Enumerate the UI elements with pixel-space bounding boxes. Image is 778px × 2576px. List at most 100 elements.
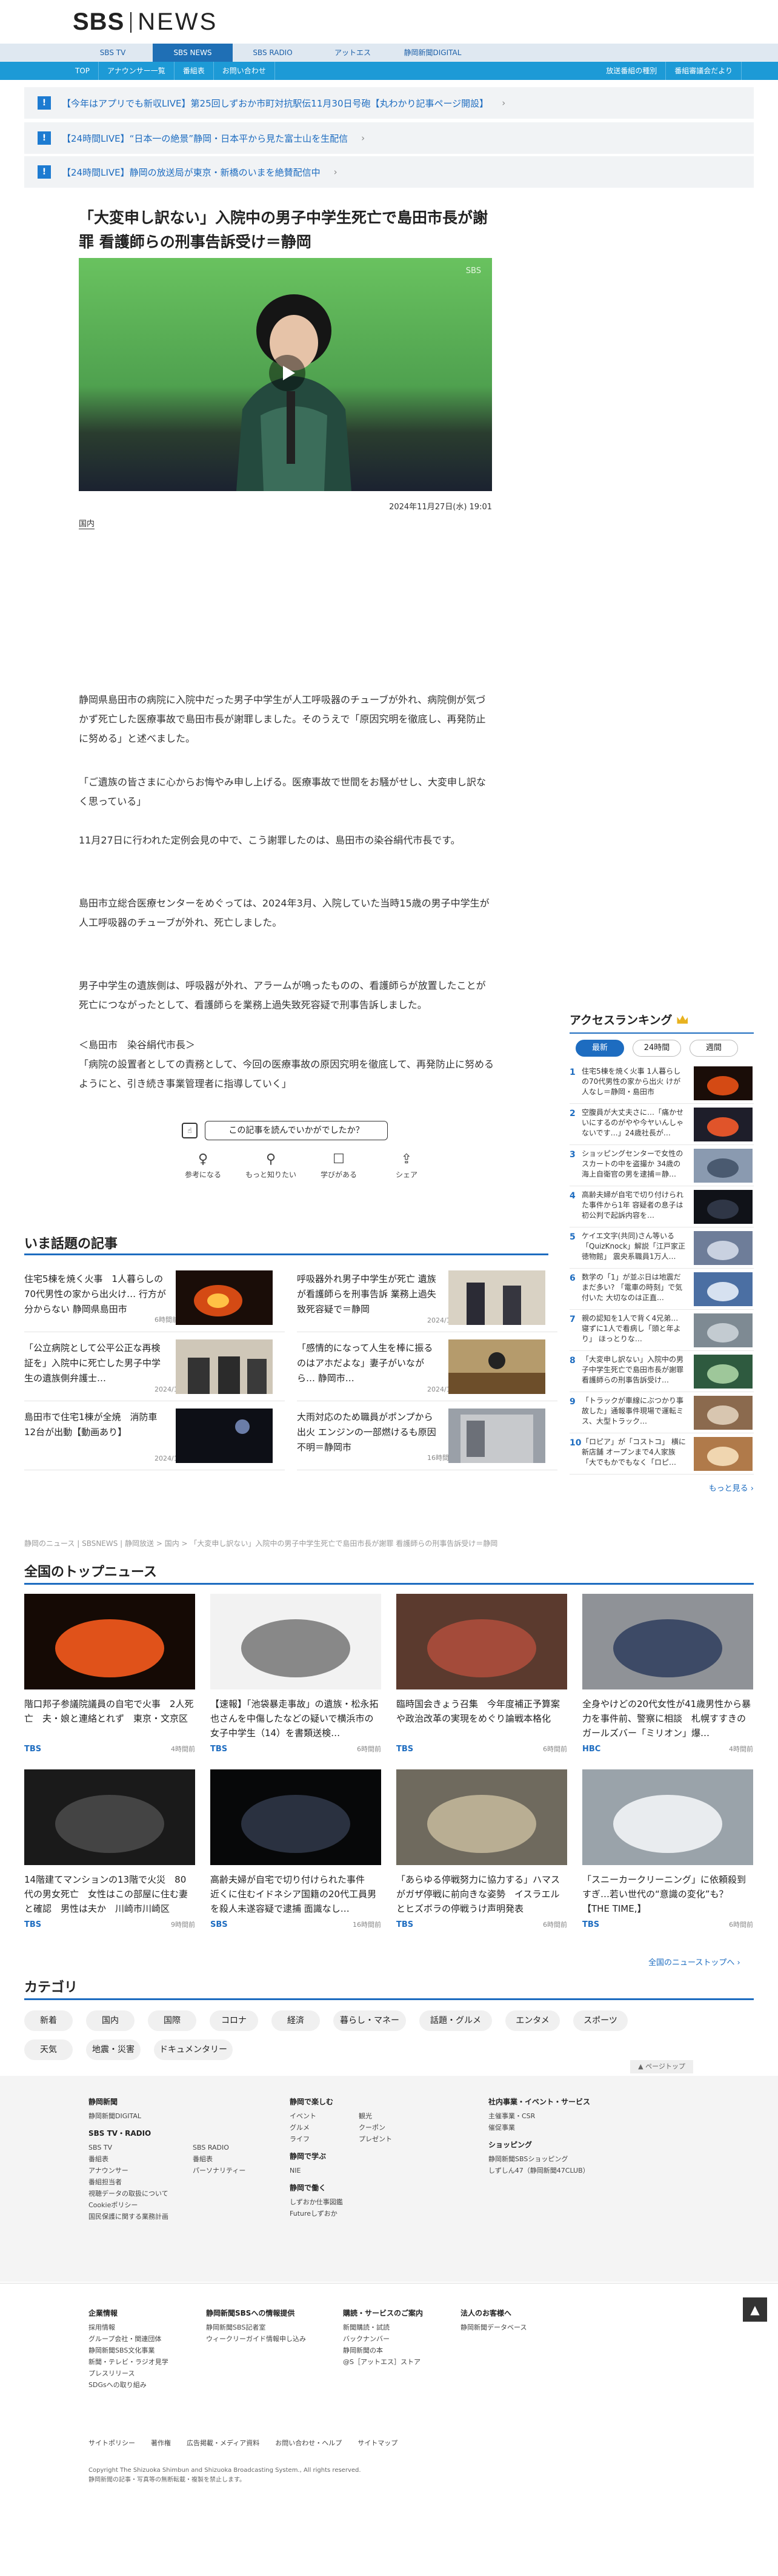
ranking-item[interactable]: 7 親の認知を1人で背く4兄弟… 寝ずに1人で看病し「頭と年より」 ほっとりな… [570,1310,754,1351]
search-icon: ⚲ [265,1152,276,1167]
top-news-item[interactable]: 高齢夫婦が自宅で切り付けられた事件 近くに住むイドネシア国籍の20代工員男を殺人… [210,1769,381,1933]
top-news-source: TBS [24,1745,42,1754]
alert-banner[interactable]: ! 【24時間LIVE】“日本一の絶景”静岡・日本平から見た富士山を生配信 › [24,122,754,154]
category-button[interactable]: 地震・災害 [86,2039,141,2060]
ranking-item-title: ケイエ文字(共同)さん等いる「QuizKnock」解説「江戸家正徳物館」 震央系… [582,1232,686,1261]
ranking-tab-latest[interactable]: 最新 [576,1040,624,1057]
hot-article[interactable]: 「感情的になって人生を棒に振るのはアホだよな」妻子がいながら… 静岡市… 202… [297,1335,557,1401]
top-news-item[interactable]: 14階建てマンションの13階で火災 80代の男女死亡 女性はこの部屋に住む妻と確… [24,1769,195,1933]
article-header: 「大変申し訳ない」入院中の男子中学生死亡で島田市長が謝罪 看護師らの刑事告訴受け… [79,206,494,254]
nav-top[interactable]: TOP [67,62,99,80]
reaction-learn-button[interactable]: ☐ 学びがある [311,1152,366,1180]
alert-banner[interactable]: ! 【24時間LIVE】静岡の放送局が東京・新橋のいまを絶賛配信中 › [24,156,754,188]
top-news-time: 6時間前 [543,1745,567,1753]
ranking-more-link[interactable]: もっと見る › [570,1482,754,1493]
hot-article[interactable]: 「公立病院として公平公正な再検証を」入院中に死亡した男子中学生の遺族側弁護士… … [24,1335,285,1401]
hot-article-thumbnail [448,1339,545,1394]
category-button[interactable]: 天気 [24,2039,73,2060]
nav-council-news[interactable]: 番組審議会だより [666,62,742,80]
top-news-item[interactable]: 「スニーカークリーニング」に依頼殺到すぎ…若い世代の“意識の変化”も？【THE … [582,1769,753,1933]
top-news-item[interactable]: 全身やけどの20代女性が41歳男性から暴力を事件前、警察に相談 札幌すすきのガー… [582,1594,753,1757]
nav-shizuoka-digital[interactable]: 静岡新聞DIGITAL [393,44,473,62]
ranking-item[interactable]: 1 住宅5棟を焼く火事 1人暮らしの70代男性の家から出火 けが人なし＝静岡・島田… [570,1063,754,1104]
ranking-item[interactable]: 4 高齢夫婦が自宅で切り付けられた事件から1年 容疑者の息子は初公判で起訴内容を… [570,1186,754,1227]
category-button[interactable]: 国内 [86,2010,135,2031]
top-news-item[interactable]: 臨時国会きょう召集 今年度補正予算案や政治改革の実現をめぐり論戦本格化 TBS 6時… [396,1594,567,1757]
hot-article-thumbnail [448,1270,545,1325]
logo-separator [130,12,132,33]
nav-announcers[interactable]: アナウンサー一覧 [99,62,175,80]
article-title: 「大変申し訳ない」入院中の男子中学生死亡で島田市長が謝罪 看護師らの刑事告訴受け… [79,209,488,251]
top-news-title: 全身やけどの20代女性が41歳男性から暴力を事件前、警察に相談 札幌すすきのガー… [582,1699,751,1739]
top-news-source: TBS [582,1920,600,1929]
alert-banner[interactable]: ! 【今年はアプリでも新収LIVE】第25回しずおか市町対抗駅伝11月30日号砲… [24,87,754,119]
hot-article[interactable]: 島田市で住宅1棟が全焼 消防車12台が出動【動画あり】 2024/11/10 [24,1404,285,1470]
footer-link[interactable]: 著作権 [151,2439,171,2447]
nav-at-s[interactable]: アットエス [313,44,393,62]
category-button[interactable]: 国際 [148,2010,196,2031]
top-news-item[interactable]: 「あらゆる停戦努力に協力する」ハマスがガザ停戦に前向きな姿勢 イスラエルとヒズボ… [396,1769,567,1933]
top-news-more-link[interactable]: 全国のニューストップへ › [648,1956,740,1967]
category-button[interactable]: ドキュメンタリー [154,2039,233,2060]
reaction-more-button[interactable]: ⚲ もっと知りたい [244,1152,298,1180]
ranking-thumbnail [694,1066,753,1100]
footer-col-subscribe: 購読・サービスのご案内 新聞購読・試読 バックナンバー 静岡新聞の本 @S［アッ… [343,2309,424,2366]
ranking-item[interactable]: 8 「大変申し訳ない」入院中の男子中学生死亡で島田市長が謝罪 看護師らの刑事告訴受… [570,1351,754,1392]
ranking-thumbnail [694,1190,753,1224]
breadcrumb[interactable]: 静岡のニュース | SBSNEWS | 静岡放送 > 国内 > 「大変申し訳ない… [24,1538,497,1548]
top-news-thumbnail [396,1594,567,1689]
category-button[interactable]: エンタメ [505,2010,560,2031]
sbs-news-logo[interactable]: SBS NEWS [73,8,778,36]
ranking-item[interactable]: 6 数学の「1」が並ぶ日は地震だまだ多い? 「電車の時刻」で気付いた 大切なのは正… [570,1269,754,1310]
footer-link[interactable]: お問い合わせ・ヘルプ [275,2439,342,2447]
ranking-item[interactable]: 5 ケイエ文字(共同)さん等いる「QuizKnock」解説「江戸家正徳物館」 震央… [570,1227,754,1269]
nav-program-types[interactable]: 放送番組の種別 [597,62,667,80]
ranking-item[interactable]: 2 空腹員が大丈夫さに…「痛かせいにするのがやや今ヤいんしゃないです…」24歳社長… [570,1104,754,1145]
ranking-item-title: 住宅5棟を焼く火事 1人暮らしの70代男性の家から出火 けが人なし＝静岡・島田市 [582,1067,681,1096]
footer-link[interactable]: サイトマップ [357,2439,397,2447]
category-button[interactable]: 話題・グルメ [419,2010,492,2031]
nav-sbs-tv[interactable]: SBS TV [73,44,153,62]
ranking-item[interactable]: 9 「トラックが車線にぶつかり事故した」通報事件現場で運転ミス、大型トラック… [570,1392,754,1433]
top-news-item[interactable]: 【速報】「池袋暴走事故」の遺族・松永拓也さんを中傷したなどの疑いで横浜市の女子中… [210,1594,381,1757]
category-button[interactable]: 経済 [271,2010,320,2031]
ranking-number: 3 [570,1150,576,1160]
play-button[interactable] [269,355,305,391]
hot-article[interactable]: 住宅5棟を焼く火事 1人暮らしの70代男性の家から出火け… 行方が分からない 静… [24,1266,285,1332]
share-icon: ⇪ [401,1152,413,1167]
hot-article[interactable]: 大雨対応のため職員がポンプから出火 エンジンの一部燃けるも原因不明＝静岡市 16… [297,1404,557,1470]
nav-contact[interactable]: お問い合わせ [214,62,275,80]
category-title: カテゴリ [24,1980,78,1995]
ranking-tab-24h[interactable]: 24時間 [633,1040,681,1057]
top-news-time: 4時間前 [729,1745,753,1753]
ranking-number: 8 [570,1356,576,1366]
category-button[interactable]: スポーツ [573,2010,628,2031]
nav-sbs-news[interactable]: SBS NEWS [153,44,233,62]
category-button[interactable]: 新着 [24,2010,73,2031]
ranking-number: 7 [570,1315,576,1324]
footer-link[interactable]: サイトポリシー [88,2439,135,2447]
nav-program-table[interactable]: 番組表 [175,62,214,80]
ranking-thumbnail [694,1231,753,1265]
top-news-item[interactable]: 階口邦子参議院議員の自宅で火事 2人死亡 夫・娘と連絡とれず 東京・文京区 TBS… [24,1594,195,1757]
ranking-item[interactable]: 10 「ロピア」が「コストコ」 横に新店舗 オープンまで4人家族「大でもかでもなく… [570,1433,754,1475]
ranking-tab-weekly[interactable]: 週間 [690,1040,738,1057]
category-button[interactable]: 暮らし・マネー [333,2010,406,2031]
category-link[interactable]: 国内 [79,517,95,529]
video-player[interactable]: SBS [79,258,492,491]
footer-link[interactable]: 広告掲載・メディア資料 [187,2439,259,2447]
share-button[interactable]: ⇪ シェア [379,1152,434,1180]
ranking-item[interactable]: 3 ショッピングセンターで女性のスカートの中を盗撮か 34歳の海上自衛官の男を逮捕… [570,1145,754,1186]
top-news-thumbnail [210,1769,381,1865]
category-button[interactable]: コロナ [210,2010,258,2031]
hot-article[interactable]: 呼吸器外れ男子中学生が死亡 遺族が看護師らを刑事告訴 業務上過失致死容疑で＝静岡… [297,1266,557,1332]
article-paragraph: 11月27日に行われた定例会見の中で、こう謝罪したのは、島田市の染谷絹代市長です… [79,834,460,846]
access-ranking: アクセスランキング 最新 24時間 週間 1 住宅5棟を焼く火事 1人暮らしの70… [570,1011,754,1493]
nav-sbs-radio[interactable]: SBS RADIO [233,44,313,62]
ranking-number: 4 [570,1191,576,1201]
page-top-button[interactable]: ▲ ページトップ [630,2060,693,2073]
reaction-helpful-button[interactable]: ♀ 参考になる [176,1152,230,1180]
scroll-to-top-button[interactable]: ▲ [743,2297,767,2322]
ranking-item-title: 親の認知を1人で背く4兄弟… 寝ずに1人で看病し「頭と年より」 ほっとりな… [582,1314,681,1343]
reaction-prompt: ☝ この記事を読んでいかがでしたか？ [182,1120,388,1141]
